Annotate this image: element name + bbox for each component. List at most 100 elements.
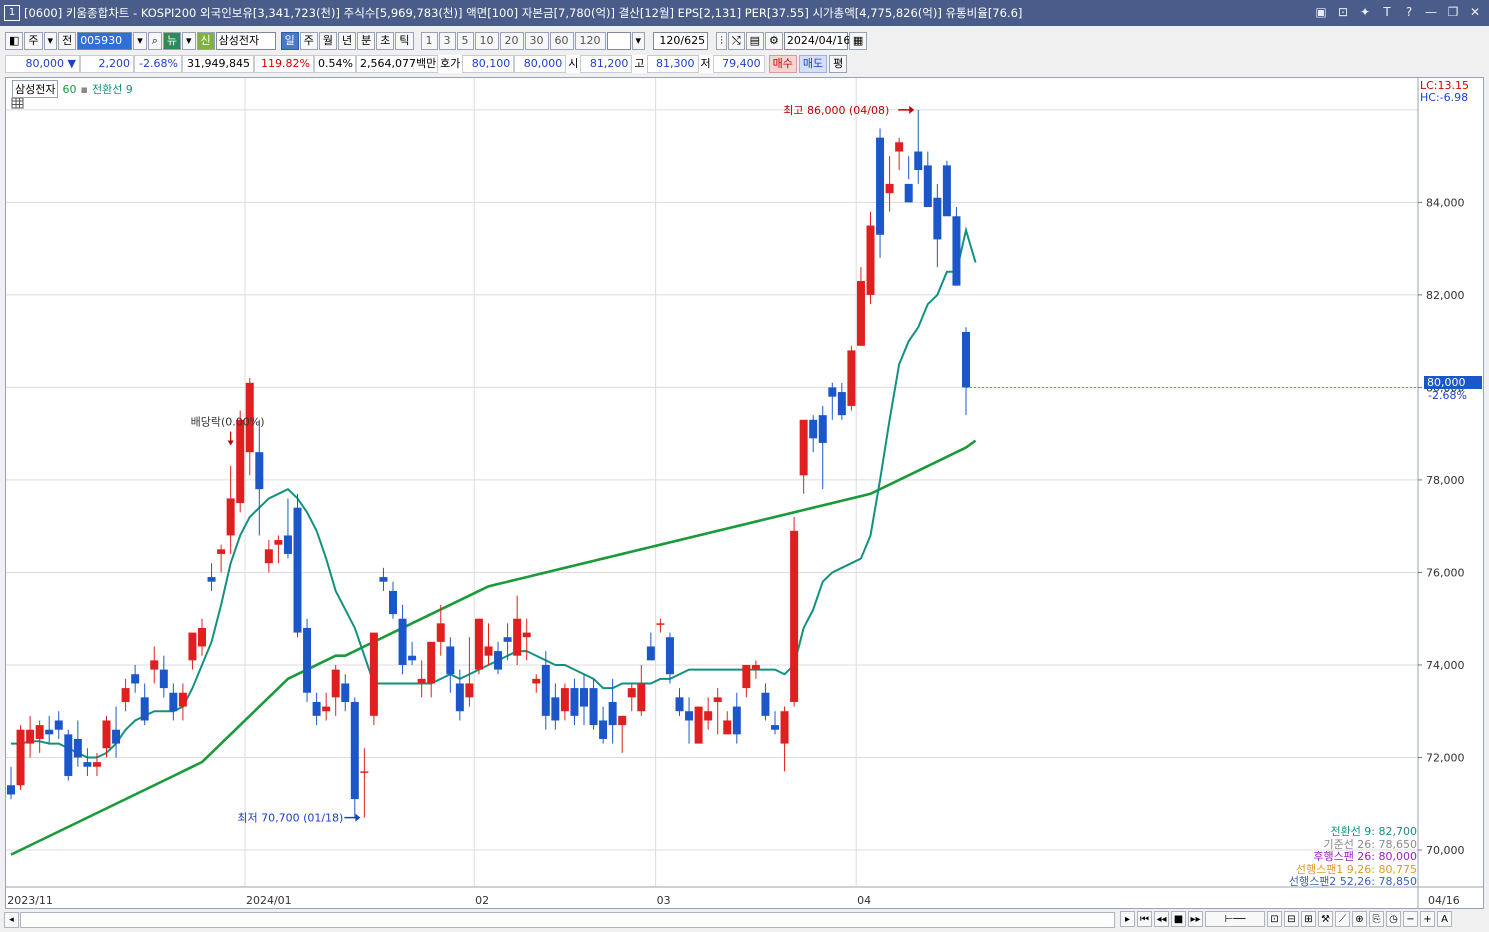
news-button[interactable]: 뉴: [162, 32, 182, 50]
candle-settings-icon[interactable]: ⫶: [716, 32, 727, 50]
zoom-in-icon[interactable]: +: [1420, 911, 1435, 927]
credit-badge[interactable]: 신: [196, 32, 215, 50]
candle-body: [818, 415, 827, 443]
current-price-tag: 80,000: [1424, 376, 1482, 389]
link-icon[interactable]: ⊡: [1335, 4, 1351, 20]
chart-legend: 삼성전자 60 ▪ 전환선 9: [12, 80, 133, 98]
zoom-out-icon[interactable]: −: [1403, 911, 1418, 927]
candle-body: [45, 729, 54, 735]
window-number[interactable]: 1: [4, 5, 20, 21]
candle-body: [207, 577, 216, 582]
period-week[interactable]: 주: [299, 32, 318, 50]
fit-icon[interactable]: ⊟: [1284, 911, 1299, 927]
candle-body: [828, 387, 837, 397]
annotation-low: 최저 70,700 (01/18): [237, 812, 343, 825]
candle-body: [360, 771, 369, 773]
chart-area[interactable]: 70,000 72,000 74,000 76,000 78,000 80,000 82,0…: [5, 77, 1484, 909]
candle-body: [694, 706, 703, 744]
period-icon[interactable]: ⊕: [1352, 911, 1367, 927]
eval-button[interactable]: 평: [829, 55, 848, 73]
clock-icon[interactable]: ◷: [1386, 911, 1401, 927]
candle-body: [417, 678, 426, 684]
next-icon[interactable]: ▸▸: [1188, 911, 1203, 927]
period-tick[interactable]: 틱: [395, 32, 414, 50]
candle-body: [914, 151, 923, 171]
pin-icon[interactable]: ✦: [1357, 4, 1373, 20]
rewind-icon[interactable]: ⏮: [1137, 911, 1152, 927]
period-minute[interactable]: 분: [357, 32, 376, 50]
minimize-icon[interactable]: —: [1423, 4, 1439, 20]
news-dropdown-icon[interactable]: ▾: [182, 32, 196, 50]
text-icon[interactable]: T: [1379, 4, 1395, 20]
interval-60[interactable]: 60: [549, 32, 574, 50]
restore-icon[interactable]: ❐: [1445, 4, 1461, 20]
open-label: 시: [566, 55, 581, 73]
scroll-right-icon[interactable]: ▸: [1120, 911, 1135, 927]
interval-3[interactable]: 3: [438, 32, 456, 50]
prefix-select[interactable]: 전: [58, 32, 77, 50]
sell-button[interactable]: 매도: [798, 55, 828, 73]
candle-body: [331, 669, 340, 698]
interval-120[interactable]: 120: [574, 32, 606, 50]
legend-stock[interactable]: 삼성전자: [12, 80, 59, 98]
snapshot-icon[interactable]: ⎘: [1369, 911, 1384, 927]
zoom-reset-icon[interactable]: ⊡: [1267, 911, 1282, 927]
candle-body: [121, 688, 130, 702]
candle-body: [580, 688, 588, 707]
chart-toolbar: ◧ 주 ▾ 전 005930 ▾ ⌕ 뉴 ▾ 신 삼성전자 일 주 월 년 분 …: [0, 29, 1489, 53]
period-year[interactable]: 년: [338, 32, 357, 50]
tools-icon[interactable]: ⚒: [1318, 911, 1333, 927]
interval-custom-input[interactable]: [606, 32, 631, 50]
candle-body: [303, 627, 312, 693]
candle-body: [780, 711, 789, 744]
interval-30[interactable]: 30: [524, 32, 549, 50]
candle-body: [7, 785, 15, 795]
candle-body: [92, 762, 101, 767]
candle-body: [570, 688, 579, 716]
font-size-icon[interactable]: A: [1437, 911, 1452, 927]
close-icon[interactable]: ✕: [1467, 4, 1483, 20]
candle-body: [723, 720, 732, 735]
interval-1[interactable]: 1: [420, 32, 438, 50]
interval-10[interactable]: 10: [474, 32, 499, 50]
period-second[interactable]: 초: [376, 32, 395, 50]
date-input[interactable]: 2024/04/16: [783, 32, 850, 50]
calendar-icon[interactable]: ▦: [848, 32, 868, 50]
period-month[interactable]: 월: [318, 32, 338, 50]
code-dropdown-icon[interactable]: ▾: [133, 32, 147, 50]
price-tick-label: 82,000: [1426, 289, 1465, 302]
search-icon[interactable]: ⌕: [147, 32, 162, 50]
candle-body: [513, 618, 522, 656]
open-price: 81,200: [580, 55, 633, 73]
compare-icon[interactable]: ⊞: [1301, 911, 1316, 927]
candle-body: [322, 706, 331, 712]
scroll-left-icon[interactable]: ◂: [4, 912, 19, 928]
date-tick-label: 2023/11: [7, 894, 53, 907]
market-dropdown-icon[interactable]: ▾: [43, 32, 58, 50]
count-field[interactable]: 120/625: [653, 32, 709, 50]
interval-5[interactable]: 5: [456, 32, 474, 50]
market-select[interactable]: 주: [24, 32, 43, 50]
layout-icon[interactable]: ▣: [1313, 4, 1329, 20]
stock-code-input[interactable]: 005930: [77, 32, 133, 50]
price-chart[interactable]: 70,000 72,000 74,000 76,000 78,000 80,000 82,0…: [6, 78, 1483, 908]
interval-20[interactable]: 20: [499, 32, 524, 50]
help-icon[interactable]: ?: [1401, 4, 1417, 20]
horizontal-scrollbar[interactable]: [20, 912, 1115, 928]
trend-icon[interactable]: ⟋: [1335, 911, 1350, 927]
period-day[interactable]: 일: [280, 32, 299, 50]
candle-body: [837, 392, 846, 416]
chart-type-icon[interactable]: ◧: [5, 32, 24, 50]
candle-body: [742, 664, 751, 689]
candle-body: [923, 165, 932, 208]
crosshair-icon[interactable]: ⤭: [727, 32, 745, 50]
buy-button[interactable]: 매수: [768, 55, 797, 73]
stop-icon[interactable]: ■: [1171, 911, 1186, 927]
interval-dropdown-icon[interactable]: ▾: [631, 32, 646, 50]
prev-icon[interactable]: ◂◂: [1154, 911, 1169, 927]
candle-body: [16, 729, 25, 786]
gear-icon[interactable]: ⚙: [765, 32, 783, 50]
stock-name-field[interactable]: 삼성전자: [215, 32, 276, 50]
zoom-slider[interactable]: ⊢──: [1205, 911, 1265, 927]
save-icon[interactable]: ▤: [745, 32, 765, 50]
